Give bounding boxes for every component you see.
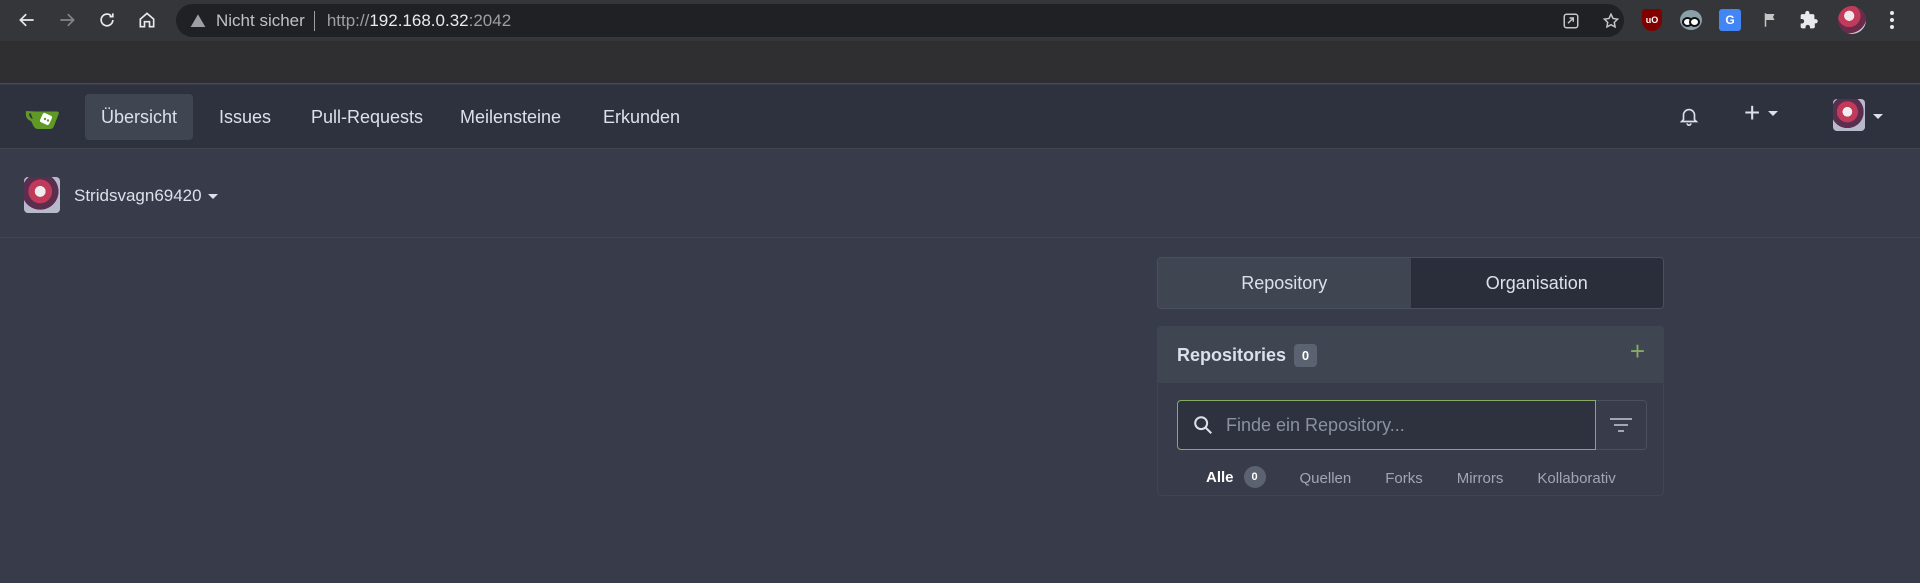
url-port: :2042 bbox=[468, 10, 512, 30]
user-menu-chevron-icon[interactable] bbox=[1873, 114, 1883, 119]
glasses-extension-icon[interactable] bbox=[1679, 8, 1703, 32]
sub-tab-all-label: Alle bbox=[1206, 468, 1234, 486]
nav-item-explore[interactable]: Erkunden bbox=[587, 94, 696, 140]
notifications-bell-icon[interactable] bbox=[1678, 105, 1700, 132]
tab-repository[interactable]: Repository bbox=[1158, 258, 1411, 308]
create-new-menu[interactable]: + bbox=[1744, 97, 1779, 128]
profile-avatar[interactable] bbox=[1838, 6, 1866, 34]
nav-item-milestones[interactable]: Meilensteine bbox=[444, 94, 577, 140]
tab-organisation[interactable]: Organisation bbox=[1410, 258, 1663, 308]
sub-tab-all[interactable]: Alle 0 bbox=[1189, 459, 1283, 495]
bookmark-star-icon[interactable] bbox=[1602, 12, 1620, 30]
url-scheme: http:// bbox=[326, 10, 370, 30]
translate-label: G bbox=[1719, 9, 1741, 31]
chevron-down-icon bbox=[207, 193, 218, 199]
home-button[interactable] bbox=[133, 6, 161, 34]
filter-button[interactable] bbox=[1596, 400, 1647, 450]
reload-icon bbox=[100, 13, 114, 27]
context-avatar bbox=[24, 177, 60, 213]
ublock-label: uO bbox=[1642, 9, 1662, 31]
browser-toolbar: Nicht sicher http://192.168.0.32:2042 uO… bbox=[0, 0, 1920, 41]
filter-icon bbox=[1610, 418, 1633, 432]
sub-tab-sources[interactable]: Quellen bbox=[1283, 459, 1369, 495]
url-host: 192.168.0.32 bbox=[369, 10, 469, 30]
search-icon bbox=[1194, 416, 1212, 434]
chevron-down-icon bbox=[1768, 110, 1779, 116]
reload-button[interactable] bbox=[93, 6, 121, 34]
url-separator bbox=[313, 10, 315, 31]
security-label[interactable]: Nicht sicher bbox=[216, 11, 305, 31]
extensions-puzzle-icon[interactable] bbox=[1797, 8, 1821, 32]
user-avatar[interactable] bbox=[1833, 99, 1865, 131]
nav-item-pull-requests[interactable]: Pull-Requests bbox=[295, 94, 439, 140]
share-icon[interactable] bbox=[1562, 12, 1580, 30]
arrow-right-icon bbox=[60, 13, 75, 27]
sub-tab-mirrors[interactable]: Mirrors bbox=[1440, 459, 1521, 495]
browser-bar-spacer bbox=[0, 41, 1920, 84]
nav-item-issues[interactable]: Issues bbox=[203, 94, 287, 140]
repositories-header: Repositories 0 + bbox=[1158, 327, 1663, 383]
back-button[interactable] bbox=[13, 6, 41, 34]
address-bar[interactable]: Nicht sicher http://192.168.0.32:2042 bbox=[176, 4, 1624, 37]
home-icon bbox=[139, 12, 155, 28]
arrow-left-icon bbox=[19, 13, 34, 27]
flag-icon[interactable] bbox=[1758, 8, 1782, 32]
plus-icon: + bbox=[1744, 97, 1761, 128]
sub-tab-all-count: 0 bbox=[1243, 466, 1266, 488]
repositories-panel: Repositories 0 + Alle 0 Quellen Forks Mi… bbox=[1157, 326, 1664, 496]
forward-button[interactable] bbox=[53, 6, 81, 34]
repository-filter-tabs: Alle 0 Quellen Forks Mirrors Kollaborati… bbox=[1189, 459, 1633, 495]
repository-search-input[interactable] bbox=[1226, 414, 1586, 436]
context-username: Stridsvagn69420 bbox=[74, 186, 202, 205]
warning-icon bbox=[190, 13, 206, 27]
repositories-count-badge: 0 bbox=[1294, 344, 1318, 367]
repositories-title: Repositories 0 bbox=[1177, 344, 1318, 367]
sub-tab-forks[interactable]: Forks bbox=[1368, 459, 1440, 495]
url-text[interactable]: http://192.168.0.32:2042 bbox=[327, 11, 511, 31]
nav-item-overview[interactable]: Übersicht bbox=[85, 94, 194, 140]
sub-tab-collaborative[interactable]: Kollaborativ bbox=[1520, 459, 1632, 495]
app-navbar: Übersicht Issues Pull-Requests Meilenste… bbox=[0, 85, 1920, 149]
google-translate-icon[interactable]: G bbox=[1718, 8, 1742, 32]
ublock-origin-icon[interactable]: uO bbox=[1640, 8, 1664, 32]
context-switcher[interactable]: Stridsvagn69420 bbox=[74, 186, 218, 206]
repository-search-row bbox=[1177, 400, 1647, 450]
browser-menu-icon[interactable] bbox=[1880, 8, 1904, 32]
dashboard-context-bar: Stridsvagn69420 bbox=[0, 149, 1920, 238]
repository-search-field[interactable] bbox=[1177, 400, 1597, 450]
repositories-title-text: Repositories bbox=[1177, 345, 1287, 365]
add-repository-button[interactable]: + bbox=[1630, 338, 1645, 364]
repo-org-tabs: Repository Organisation bbox=[1157, 257, 1664, 309]
gitea-logo-icon[interactable] bbox=[24, 104, 62, 132]
